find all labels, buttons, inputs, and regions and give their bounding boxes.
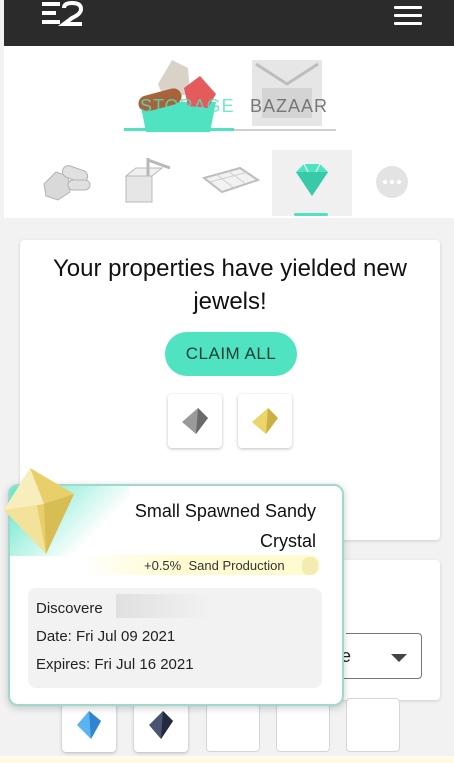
category-resources[interactable] <box>28 150 108 216</box>
inventory-empty-slot[interactable] <box>206 698 260 752</box>
tooltip-bonus-marker <box>302 557 318 575</box>
tooltip-expires: Expires: Fri Jul 16 2021 <box>36 656 194 673</box>
tooltip-title: Small Spawned Sandy Crystal <box>134 501 316 551</box>
inventory-empty-slot[interactable] <box>276 698 330 752</box>
category-active-indicator <box>294 213 328 216</box>
e2-logo[interactable] <box>38 0 86 28</box>
tab-storage[interactable]: STORAGE <box>128 54 234 134</box>
tooltip-discovered: Discovere <box>36 600 103 617</box>
chevron-down-icon <box>391 654 407 662</box>
bottom-strip <box>0 756 454 763</box>
tooltip-bonus-value: +0.5% <box>144 558 182 573</box>
dark-crystal-icon <box>149 711 173 739</box>
more-icon <box>376 166 408 198</box>
jewel-icon <box>296 163 328 196</box>
tooltip-date: Date: Fri Jul 09 2021 <box>36 628 176 645</box>
inventory-empty-slot[interactable] <box>346 698 400 752</box>
inventory-gem-slot[interactable] <box>134 698 188 752</box>
category-buildings[interactable] <box>108 150 188 216</box>
claim-all-button[interactable]: CLAIM ALL <box>165 332 297 376</box>
tooltip-info-box: Discovere Date: Fri Jul 09 2021 Expires:… <box>28 588 322 688</box>
yielded-gem-slot[interactable] <box>168 394 222 448</box>
tooltip-redacted <box>116 594 212 618</box>
tooltip-bonus: +0.5% Sand Production <box>144 558 285 573</box>
land-icon <box>201 166 261 194</box>
tab-active-indicator <box>124 128 234 131</box>
sandy-crystal-icon <box>4 468 74 554</box>
storage-icon <box>138 60 216 132</box>
blue-crystal-icon <box>77 711 101 739</box>
tooltip-bonus-label: Sand Production <box>188 558 285 573</box>
tab-storage-label: STORAGE <box>140 96 235 116</box>
yielded-gem-slot[interactable] <box>238 394 292 448</box>
top-bar <box>4 0 454 46</box>
tab-bazaar[interactable]: BAZAAR <box>242 54 332 134</box>
grey-crystal-icon <box>182 408 208 434</box>
bazaar-icon <box>252 60 322 126</box>
category-more[interactable] <box>354 150 434 216</box>
hamburger-icon[interactable] <box>394 6 422 26</box>
category-land[interactable] <box>190 150 270 216</box>
yellow-crystal-icon <box>252 408 278 434</box>
tab-bazaar-label: BAZAAR <box>250 96 329 116</box>
resources-icon <box>43 165 91 201</box>
inventory-gem-slot[interactable] <box>62 698 116 752</box>
buildings-icon <box>124 158 171 203</box>
yield-card-title: Your properties have yielded new jewels! <box>52 255 407 315</box>
category-jewels[interactable] <box>272 150 352 216</box>
